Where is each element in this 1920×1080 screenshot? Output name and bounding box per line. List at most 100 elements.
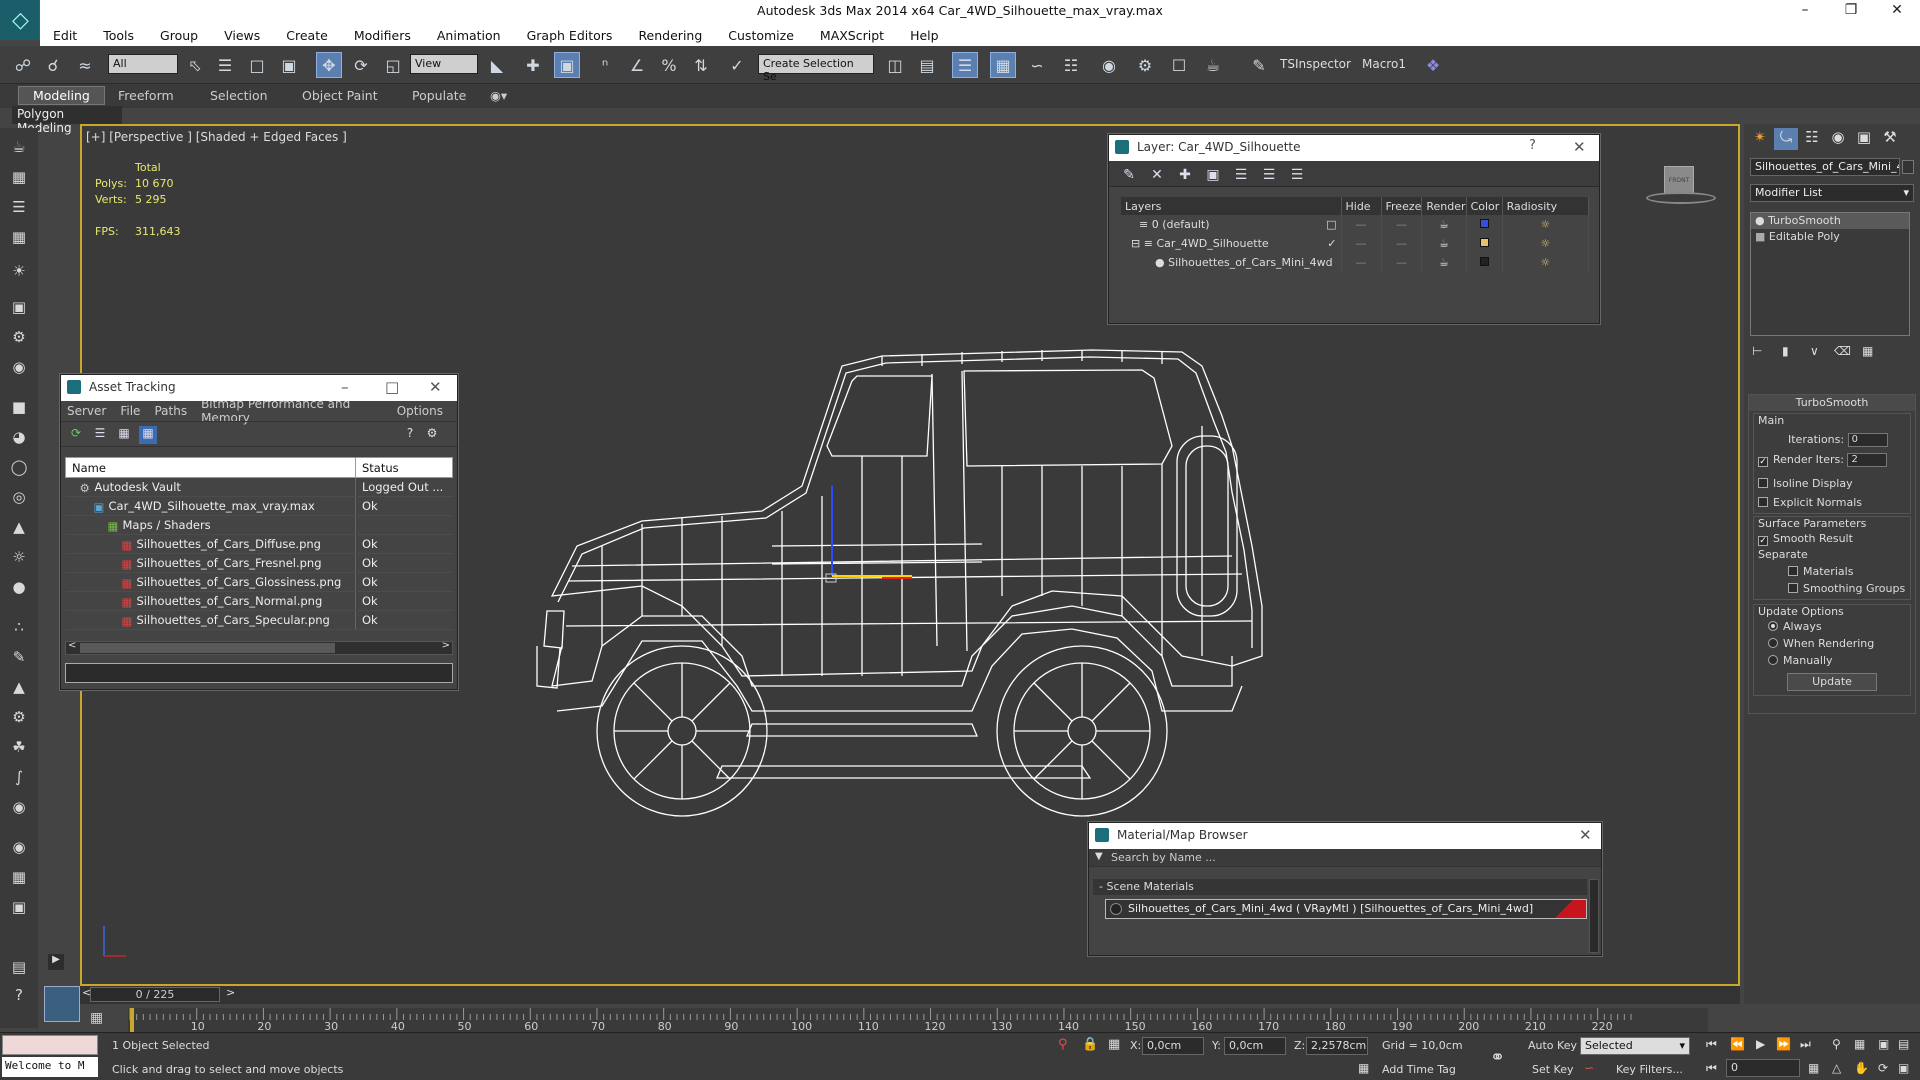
scroll-left-icon[interactable]: < [68,640,76,651]
timeline-ruler[interactable]: 10 20 30 40 50 60 70 80 90 100 110 120 130 140 150 160 1… [128,1008,1708,1033]
add-to-layer-icon[interactable]: ✚ [1175,167,1195,183]
render-iters-checkbox[interactable]: ✓ [1758,457,1768,467]
col-color[interactable]: Color [1466,197,1503,215]
col-render[interactable]: Render [1421,197,1467,215]
minimize-icon[interactable]: – [1790,2,1820,18]
align-icon[interactable]: ▤ [914,52,940,78]
vertical-scrollbar[interactable] [1589,879,1599,953]
snaps-toggle-icon[interactable]: ⁿ [592,52,618,78]
when-rendering-radio[interactable] [1768,638,1778,648]
cone-icon[interactable]: ▲ [6,518,32,542]
gear-icon[interactable]: ⚙ [6,708,32,732]
maximize-icon[interactable]: □ [385,378,399,396]
tab-modeling[interactable]: Modeling [18,86,105,105]
isolate-icon[interactable]: ⚲ [1058,1037,1068,1052]
tree-view-icon[interactable]: ▦ [115,426,133,444]
auto-key-button[interactable]: Auto Key [1528,1039,1577,1052]
utilities-tab-icon[interactable]: ⚒ [1878,128,1902,150]
minimize-icon[interactable]: – [341,378,349,396]
camera-icon[interactable]: ▣ [6,298,32,322]
pivot-center-icon[interactable]: ◣ [484,52,510,78]
refresh-icon[interactable]: ⟳ [67,426,85,444]
hair-icon[interactable]: ∫ [6,768,32,792]
motion-tab-icon[interactable]: ◉ [1826,128,1850,150]
menu-paths[interactable]: Paths [154,404,187,418]
sphere-icon[interactable]: ◯ [6,458,32,482]
close-icon[interactable]: ✕ [1882,2,1912,18]
explicit-normals-checkbox[interactable] [1758,497,1768,507]
radiosity-icon[interactable]: ☼ [1502,253,1590,272]
goto-end-icon[interactable]: ⏭ [1800,1037,1811,1052]
close-icon[interactable]: ✕ [1579,826,1592,844]
col-layers[interactable]: Layers [1121,197,1342,215]
radiosity-icon[interactable]: ☼ [1502,215,1590,234]
current-frame-marker[interactable] [130,1008,134,1032]
next-frame-icon[interactable]: > [226,986,235,999]
curve-editor-icon[interactable]: ∽ [1024,52,1050,78]
time-config-icon[interactable]: ▦ [1808,1061,1819,1075]
isoline-checkbox[interactable] [1758,478,1768,488]
menu-customize[interactable]: Customize [728,28,794,43]
menu-group[interactable]: Group [160,28,198,43]
col-status[interactable]: Status [355,457,453,478]
hide-all-icon[interactable]: ☰ [1259,167,1279,183]
mirror-icon[interactable]: ◫ [882,52,908,78]
help-icon[interactable]: ? [401,426,419,444]
hierarchy-tab-icon[interactable]: ☷ [1800,128,1824,150]
asset-dialog-titlebar[interactable]: Asset Tracking – □ ✕ [61,375,457,401]
macro1-button[interactable]: Macro1 [1362,57,1406,71]
image-icon[interactable]: ▦ [6,168,32,192]
time-slider-track[interactable]: < 0 / 225 > [80,986,1740,1004]
always-radio[interactable] [1768,621,1778,631]
menu-rendering[interactable]: Rendering [638,28,702,43]
menu-graph-editors[interactable]: Graph Editors [527,28,613,43]
select-move-icon[interactable]: ✥ [316,52,342,78]
viewcube-face[interactable]: FRONT [1664,166,1694,194]
new-layer-icon[interactable]: ✎ [1119,167,1139,183]
helper-icon[interactable]: ⚙ [6,328,32,352]
tab-selection[interactable]: Selection [210,88,268,103]
maxscript-listener[interactable] [2,1035,98,1055]
paint-icon[interactable]: ✎ [6,648,32,672]
monitor-icon[interactable]: ▣ [6,898,32,922]
scene-materials-group[interactable]: - Scene Materials [1093,879,1587,895]
fov-icon[interactable]: △ [1832,1061,1841,1075]
show-end-result-icon[interactable]: ▮ [1782,344,1789,358]
schematic-view-icon[interactable]: ☷ [1058,52,1084,78]
teapot-icon[interactable]: ☕ [1421,253,1467,272]
delete-layer-icon[interactable]: ✕ [1147,167,1167,183]
viewcube[interactable]: FRONT [1646,166,1716,206]
table-row[interactable]: ▦ Silhouettes_of_Cars_Normal.png Ok [65,591,453,611]
key-mode-toggle-icon[interactable]: ⏮ [1706,1061,1717,1076]
layer-dialog-titlebar[interactable]: Layer: Car_4WD_Silhouette ? ✕ [1109,135,1599,161]
current-layer-box-icon[interactable]: □ [1326,218,1336,231]
tripod-icon[interactable]: ▲ [6,678,32,702]
expand-icon[interactable]: ⊟ [1131,237,1144,250]
x-coordinate-field[interactable]: 0,0cm [1142,1037,1204,1055]
remove-modifier-icon[interactable]: ⌫ [1834,344,1851,358]
teapot-icon[interactable]: ☕ [1421,234,1467,253]
menu-create[interactable]: Create [286,28,328,43]
trackbar-icon[interactable]: ▦ [90,1010,112,1028]
named-selection-dropdown[interactable]: Create Selection Se [758,54,874,83]
viewcube-ring[interactable] [1646,192,1716,204]
materials-checkbox[interactable] [1788,566,1798,576]
key-icon[interactable]: ⚭ [1490,1047,1505,1068]
col-radiosity[interactable]: Radiosity [1502,197,1590,215]
scroll-right-icon[interactable]: > [442,640,450,651]
menu-animation[interactable]: Animation [437,28,501,43]
table-row[interactable]: ▦ Maps / Shaders [65,515,453,535]
table-row[interactable]: ⚙ Autodesk Vault Logged Out ... [65,477,453,497]
link-icon[interactable]: ☍ [10,52,36,78]
edit-named-selection-icon[interactable]: ✓ [724,52,750,78]
object-name-field[interactable]: Silhouettes_of_Cars_Mini_4w [1750,158,1900,176]
reference-coord-dropdown[interactable]: View [410,54,478,74]
rect-region-icon[interactable]: □ [244,52,270,78]
calc-icon[interactable]: ▦ [6,868,32,892]
radiosity-icon[interactable]: ☼ [1502,234,1590,253]
settings-icon[interactable]: ⚙ [423,426,441,444]
menu-file[interactable]: File [120,404,140,418]
pan-icon[interactable]: ✋ [1854,1061,1869,1075]
make-unique-icon[interactable]: ∨ [1810,344,1819,358]
create-tab-icon[interactable]: ✴ [1748,128,1772,150]
